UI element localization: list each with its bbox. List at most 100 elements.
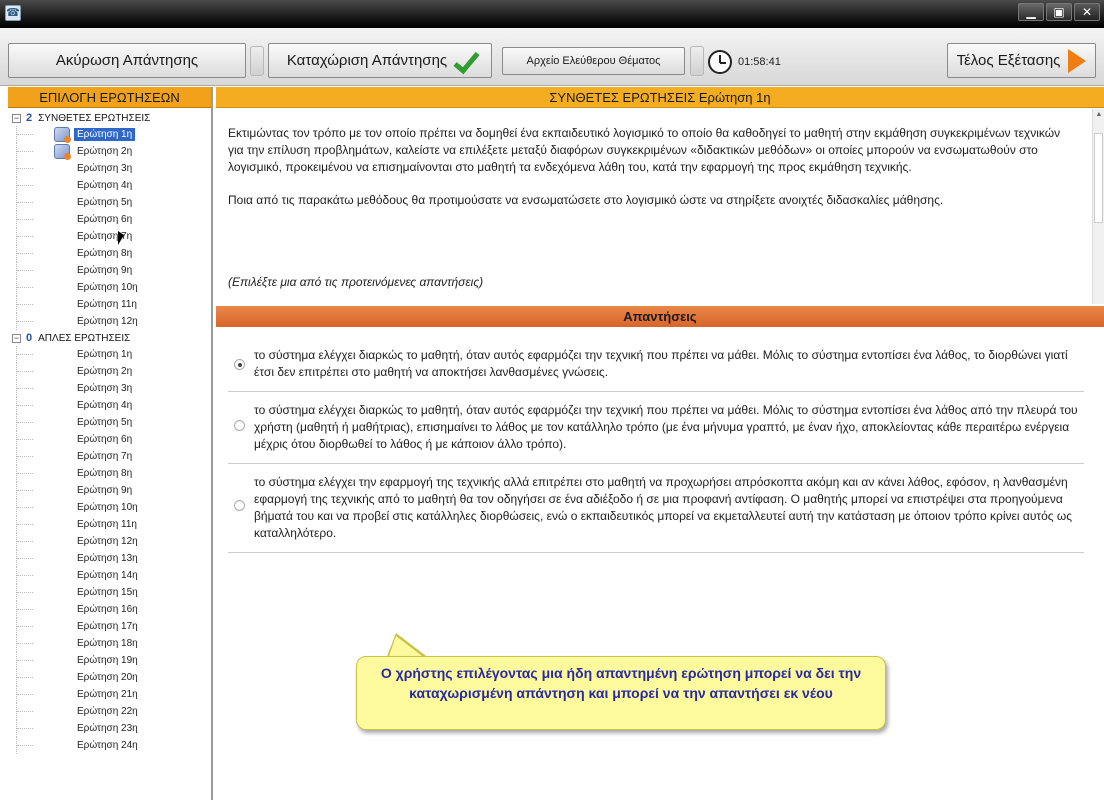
tree-item-question[interactable]: Ερώτηση 4η (8, 177, 211, 194)
collapse-icon[interactable]: − (12, 333, 21, 343)
tree-item-question[interactable]: Ερώτηση 6η (8, 431, 211, 448)
tree-item-question[interactable]: Ερώτηση 5η (8, 194, 211, 211)
tree-item-question[interactable]: Ερώτηση 17η (8, 618, 211, 635)
tree-item-label: Ερώτηση 8η (77, 248, 133, 259)
tree-item-label: Ερώτηση 14η (77, 570, 138, 581)
tree-item-label: Ερώτηση 4η (77, 180, 133, 191)
tree-item-question[interactable]: Ερώτηση 1η (8, 346, 211, 363)
tree-item-question[interactable]: Ερώτηση 10η (8, 499, 211, 516)
answer-text: το σύστημα ελέγχει διαρκώς το μαθητή, ότ… (254, 348, 1068, 379)
tree-item-label: Ερώτηση 18η (77, 638, 138, 649)
tree-item-question[interactable]: Ερώτηση 7η (8, 448, 211, 465)
tree-item-label: Ερώτηση 1η (77, 349, 133, 360)
tree-item-label: Ερώτηση 23η (77, 723, 138, 734)
answer-option[interactable]: το σύστημα ελέγχει την εφαρμογή της τεχν… (228, 464, 1084, 553)
tree-item-question[interactable]: Ερώτηση 8η (8, 465, 211, 482)
tree-item-question[interactable]: Ερώτηση 13η (8, 550, 211, 567)
tree-item-question[interactable]: Ερώτηση 24η (8, 737, 211, 754)
tree-item-label: Ερώτηση 20η (77, 672, 138, 683)
tree-group-composite[interactable]: − 2 ΣΥΝΘΕΤΕΣ ΕΡΩΤΗΣΕΙΣ (8, 110, 211, 126)
answered-question-icon (54, 127, 71, 143)
tree-item-question[interactable]: Ερώτηση 2η (8, 143, 211, 160)
tree-item-question[interactable]: Ερώτηση 8η (8, 245, 211, 262)
tree-item-question[interactable]: Ερώτηση 10η (8, 279, 211, 296)
tree-item-label: Ερώτηση 9η (77, 265, 133, 276)
question-scrollbar[interactable]: ▲ (1092, 109, 1104, 304)
end-exam-button[interactable]: Τέλος Εξέτασης (947, 43, 1096, 78)
tree-item-label: Ερώτηση 22η (77, 706, 138, 717)
tree-item-question[interactable]: Ερώτηση 9η (8, 482, 211, 499)
question-text: Εκτιμώντας τον τρόπο με τον οποίο πρέπει… (228, 126, 1061, 174)
answer-radio[interactable] (234, 500, 245, 511)
minimize-button[interactable]: ▁ (1018, 3, 1044, 21)
tree-item-label: Ερώτηση 6η (77, 434, 133, 445)
tree-item-label: Ερώτηση 7η (77, 451, 133, 462)
answer-radio[interactable] (234, 359, 245, 370)
cancel-answer-button[interactable]: Ακύρωση Απάντησης (8, 43, 246, 78)
tree-item-question[interactable]: Ερώτηση 2η (8, 363, 211, 380)
restore-button[interactable]: ▣ (1046, 3, 1072, 21)
tree-item-question[interactable]: Ερώτηση 18η (8, 635, 211, 652)
question-prompt: Ποια από τις παρακάτω μεθόδους θα προτιμ… (228, 193, 944, 207)
help-callout: Ο χρήστης επιλέγοντας μια ήδη απαντημένη… (356, 656, 886, 730)
tree-item-question[interactable]: Ερώτηση 20η (8, 669, 211, 686)
toolbar: Ακύρωση Απάντησης Καταχώριση Απάντησης Α… (0, 28, 1104, 86)
question-tree: − 2 ΣΥΝΘΕΤΕΣ ΕΡΩΤΗΣΕΙΣ Ερώτηση 1η Ερώτηση… (8, 108, 211, 754)
tree-item-label: Ερώτηση 6η (77, 214, 133, 225)
scroll-thumb[interactable] (1094, 133, 1103, 223)
tree-item-label: Ερώτηση 11η (77, 299, 137, 310)
tree-item-question[interactable]: Ερώτηση 4η (8, 397, 211, 414)
tree-item-question[interactable]: Ερώτηση 21η (8, 686, 211, 703)
tree-item-label: Ερώτηση 2η (77, 146, 133, 157)
answer-option[interactable]: το σύστημα ελέγχει διαρκώς το μαθητή, ότ… (228, 337, 1084, 392)
tree-item-question[interactable]: Ερώτηση 16η (8, 601, 211, 618)
tree-item-label: Ερώτηση 10η (77, 282, 138, 293)
close-button[interactable]: ✕ (1074, 3, 1100, 21)
tree-item-label: Ερώτηση 5η (77, 197, 133, 208)
tree-item-question[interactable]: Ερώτηση 1η (8, 126, 211, 143)
tree-item-question[interactable]: Ερώτηση 14η (8, 567, 211, 584)
tree-item-label: Ερώτηση 13η (77, 553, 138, 564)
submit-answer-button[interactable]: Καταχώριση Απάντησης (268, 43, 492, 78)
tree-item-label: Ερώτηση 17η (77, 621, 138, 632)
answer-radio[interactable] (234, 420, 245, 431)
collapse-icon[interactable]: − (12, 113, 21, 123)
tree-item-question[interactable]: Ερώτηση 22η (8, 703, 211, 720)
tree-item-question[interactable]: Ερώτηση 23η (8, 720, 211, 737)
tree-item-question[interactable]: Ερώτηση 5η (8, 414, 211, 431)
submit-answer-label: Καταχώριση Απάντησης (286, 52, 448, 69)
answer-text: το σύστημα ελέγχει την εφαρμογή της τεχν… (254, 475, 1073, 540)
group-count: 0 (26, 332, 33, 344)
free-topic-file-label: Αρχείο Ελεύθερου Θέματος (526, 55, 661, 67)
answer-option[interactable]: το σύστημα ελέγχει διαρκώς το μαθητή, ότ… (228, 392, 1084, 464)
question-selector-title: ΕΠΙΛΟΓΗ ΕΡΩΤΗΣΕΩΝ (8, 87, 211, 108)
tree-item-label: Ερώτηση 5η (77, 417, 133, 428)
question-body: Εκτιμώντας τον τρόπο με τον οποίο πρέπει… (216, 109, 1090, 302)
tree-item-question[interactable]: Ερώτηση 3η (8, 380, 211, 397)
tree-item-label: Ερώτηση 9η (77, 485, 133, 496)
exam-timer: 01:58:41 (708, 50, 781, 74)
tree-item-question[interactable]: Ερώτηση 3η (8, 160, 211, 177)
tree-item-label: Ερώτηση 19η (77, 655, 138, 666)
tree-item-question[interactable]: Ερώτηση 11η (8, 516, 211, 533)
tree-item-question[interactable]: Ερώτηση 6η (8, 211, 211, 228)
tree-item-label: Ερώτηση 11η (77, 519, 137, 530)
tree-item-question[interactable]: Ερώτηση 19η (8, 652, 211, 669)
scroll-up-icon[interactable]: ▲ (1093, 109, 1104, 121)
tree-item-label: Ερώτηση 3η (77, 383, 133, 394)
tree-group-simple[interactable]: − 0 ΑΠΛΕΣ ΕΡΩΤΗΣΕΙΣ (8, 330, 211, 346)
free-topic-file-button[interactable]: Αρχείο Ελεύθερου Θέματος (502, 47, 685, 75)
tree-item-question[interactable]: Ερώτηση 15η (8, 584, 211, 601)
tree-item-question[interactable]: Ερώτηση 9η (8, 262, 211, 279)
tree-item-label: Ερώτηση 12η (77, 536, 138, 547)
tree-item-question[interactable]: Ερώτηση 11η (8, 296, 211, 313)
tree-item-question[interactable]: Ερώτηση 7η (8, 228, 211, 245)
answer-instruction: (Επιλέξτε μια από τις προτεινόμενες απαν… (228, 275, 484, 289)
tree-item-question[interactable]: Ερώτηση 12η (8, 313, 211, 330)
tree-item-question[interactable]: Ερώτηση 12η (8, 533, 211, 550)
tree-item-label: Ερώτηση 1η (74, 128, 136, 141)
cancel-answer-label: Ακύρωση Απάντησης (55, 52, 199, 69)
toolbar-separator (690, 46, 704, 76)
answers-title: Απαντήσεις (216, 306, 1104, 327)
tree-item-label: Ερώτηση 21η (77, 689, 138, 700)
